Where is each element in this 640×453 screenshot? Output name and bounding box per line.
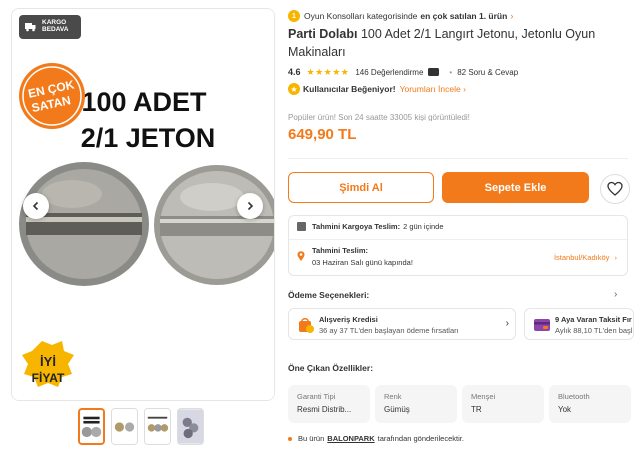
star-rating-icon: ★★★★★ (306, 66, 350, 77)
location-selector[interactable]: İstanbul/Kadıköy › (554, 253, 617, 262)
camera-icon (428, 68, 440, 76)
feature-item: Menşei TR (462, 385, 544, 423)
product-brand[interactable]: Parti Dolabı (288, 27, 357, 41)
cargo-value: 2 gün içinde (403, 222, 444, 231)
chevron-right-icon: › (505, 318, 509, 329)
seller-suffix: tarafından gönderilecektir. (377, 434, 464, 443)
view-count-notice: Popüler ürün! Son 24 saatte 33005 kişi g… (288, 113, 470, 121)
feature-value: Gümüş (384, 405, 410, 414)
feature-item: Renk Gümüş (375, 385, 457, 423)
review-count[interactable]: 146 Değerlendirme (355, 68, 423, 77)
cargo-delivery-row: Tahmini Kargoya Teslim: 2 gün içinde (297, 222, 444, 231)
sticker-good-2: FİYAT (32, 370, 65, 385)
chevron-right-icon[interactable]: › (614, 289, 617, 300)
feature-item: Garanti Tipi Resmi Distrib... (288, 385, 370, 423)
product-image[interactable]: 100 ADET 2/1 JETON EN ÇOK SATAN İYİ FİYA… (12, 9, 275, 401)
feature-value: Yok (558, 405, 572, 414)
chevron-right-icon (247, 201, 254, 211)
truck-icon (25, 23, 36, 32)
location-pin-icon (297, 251, 305, 261)
read-reviews-link[interactable]: Yorumları İncele › (400, 84, 466, 94)
feature-key: Menşei (471, 392, 496, 401)
divider (289, 239, 627, 240)
seller-name-link[interactable]: BALONPARK (327, 434, 374, 443)
location-label: İstanbul/Kadıköy (553, 253, 610, 262)
cargo-line1: KARGO (42, 19, 67, 26)
credit-bag-icon (299, 318, 314, 333)
buy-now-button[interactable]: Şimdi Al (288, 172, 434, 203)
rating-value: 4.6 (288, 67, 301, 77)
free-shipping-badge: KARGO BEDAVA (19, 15, 81, 39)
image-text-line2: 2/1 JETON (81, 123, 216, 153)
rating-row: 4.6 ★★★★★ 146 Değerlendirme • 82 Soru & … (288, 66, 518, 78)
best-seller-banner[interactable]: 1 Oyun Konsolları kategorisinde en çok s… (288, 8, 513, 24)
divider (288, 158, 628, 159)
feature-key: Bluetooth (558, 392, 590, 401)
product-gallery: 100 ADET 2/1 JETON EN ÇOK SATAN İYİ FİYA… (11, 8, 275, 401)
best-seller-sticker: EN ÇOK SATAN (19, 63, 85, 129)
cargo-label: Tahmini Kargoya Teslim: (312, 222, 401, 231)
thumbnail-2[interactable] (111, 408, 138, 445)
thumbnail-1[interactable] (78, 408, 105, 445)
product-title: Parti Dolabı 100 Adet 2/1 Langırt Jetonu… (288, 25, 618, 61)
installment-desc: Aylık 88,10 TL'den başl (555, 326, 633, 335)
delivery-value: 03 Haziran Salı günü kapında! (312, 258, 413, 267)
box-icon (297, 222, 306, 231)
feature-key: Renk (384, 392, 402, 401)
separator-dot: • (449, 67, 453, 77)
image-text-line1: 100 ADET (81, 87, 207, 117)
installment-card-icon (534, 319, 550, 331)
thumbnail-3[interactable] (144, 408, 171, 445)
sticker-good-1: İYİ (40, 354, 56, 369)
shopping-credit-card[interactable]: Alışveriş Kredisi 36 ay 37 TL'den başlay… (288, 308, 516, 340)
best-seller-bold: en çok satılan 1. ürün (420, 11, 508, 21)
payment-options-title: Ödeme Seçenekleri: (288, 290, 370, 300)
seller-info: Bu ürün BALONPARK tarafından gönderilece… (288, 434, 464, 443)
liked-banner: ★ Kullanıcılar Beğeniyor! Yorumları İnce… (288, 82, 466, 96)
credit-desc: 36 ay 37 TL'den başlayan ödeme fırsatlar… (319, 326, 459, 335)
chevron-left-icon (32, 201, 39, 211)
chevron-right-icon: › (510, 11, 514, 21)
bullet-icon (288, 436, 292, 441)
features-title: Öne Çıkan Özellikler: (288, 363, 374, 373)
feature-value: Resmi Distrib... (297, 405, 352, 414)
installment-card[interactable]: 9 Aya Varan Taksit Fır Aylık 88,10 TL'de… (524, 308, 634, 340)
thumbnail-strip (78, 408, 204, 445)
qa-count[interactable]: 82 Soru & Cevap (457, 68, 518, 77)
medal-icon: 1 (288, 10, 300, 22)
installment-title: 9 Aya Varan Taksit Fır (555, 315, 632, 324)
feature-key: Garanti Tipi (297, 392, 336, 401)
thumbnail-4[interactable] (177, 408, 204, 445)
delivery-label: Tahmini Teslim: (312, 246, 368, 255)
heart-icon (607, 181, 623, 196)
favorite-button[interactable] (600, 174, 630, 204)
liked-text: Kullanıcılar Beğeniyor! (303, 84, 396, 94)
seller-prefix: Bu ürün (298, 434, 325, 443)
read-reviews-label: Yorumları İncele (399, 84, 461, 94)
feature-value: TR (471, 405, 482, 414)
feature-item: Bluetooth Yok (549, 385, 631, 423)
coin-left (19, 162, 149, 286)
cargo-line2: BEDAVA (42, 26, 69, 33)
chevron-right-icon: › (614, 253, 618, 262)
delivery-box: Tahmini Kargoya Teslim: 2 gün içinde Tah… (288, 215, 628, 276)
add-to-cart-button[interactable]: Sepete Ekle (442, 172, 589, 203)
star-icon: ★ (288, 83, 300, 95)
next-image-button[interactable] (237, 193, 263, 219)
coin-right (154, 165, 274, 285)
product-price: 649,90 TL (288, 126, 357, 143)
credit-title: Alışveriş Kredisi (319, 315, 378, 324)
prev-image-button[interactable] (23, 193, 49, 219)
estimated-delivery-row: Tahmini Teslim: 03 Haziran Salı günü kap… (297, 246, 413, 267)
best-seller-text: Oyun Konsolları kategorisinde (304, 11, 418, 21)
